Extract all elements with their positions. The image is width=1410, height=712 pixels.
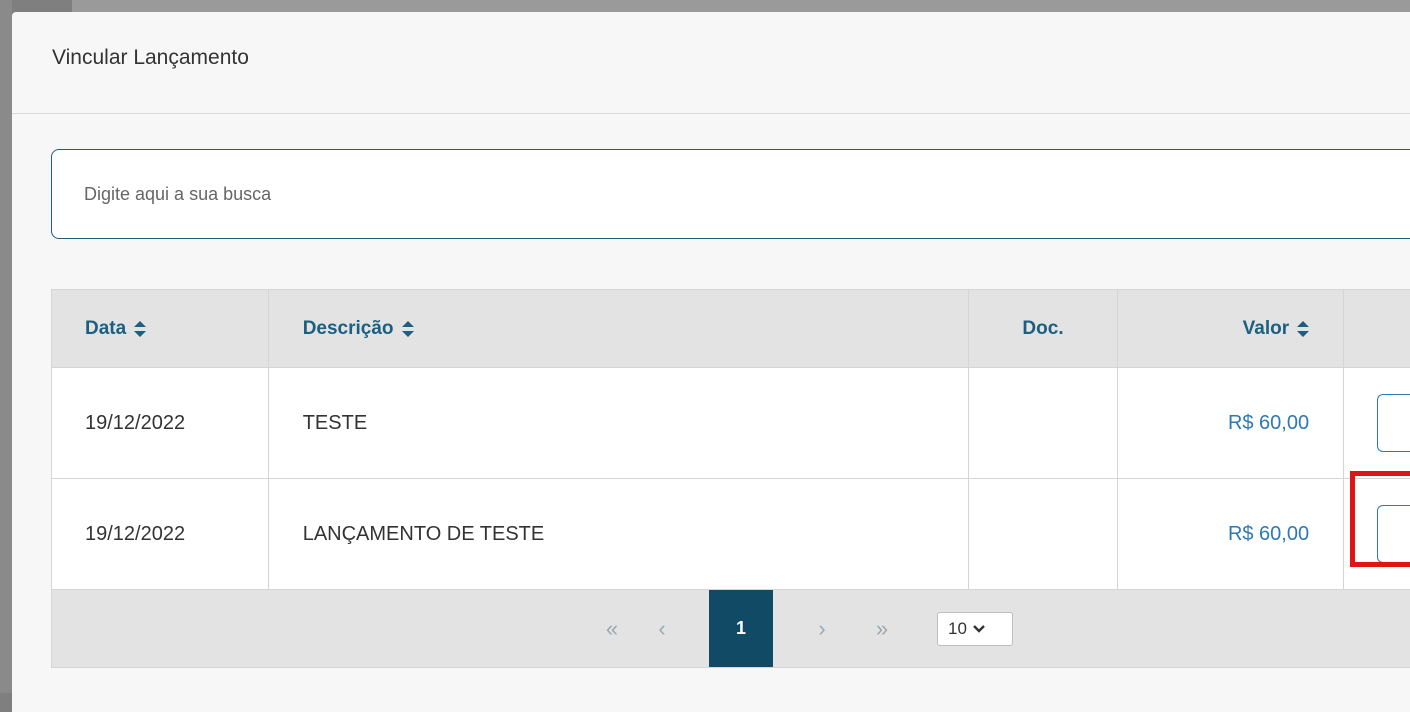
sort-icon	[401, 320, 414, 337]
cell-data: 19/12/2022	[52, 479, 269, 589]
col-header-actions	[1344, 290, 1410, 367]
valor-text: R$ 60,00	[1227, 411, 1310, 434]
last-page-icon[interactable]: »	[867, 616, 897, 642]
sort-icon	[134, 320, 147, 337]
cell-doc	[969, 479, 1119, 589]
link-entry-modal: Vincular Lançamento Data Descrição Doc.	[12, 12, 1410, 712]
cell-doc	[969, 368, 1119, 478]
page-size-select[interactable]: 10	[937, 611, 1013, 646]
sort-icon	[1297, 320, 1310, 337]
table-row: 19/12/2022 LANÇAMENTO DE TESTE R$ 60,00	[52, 479, 1410, 590]
page-size-value: 10	[948, 618, 967, 638]
col-header-descricao[interactable]: Descrição	[269, 290, 969, 367]
next-page-icon[interactable]: ›	[807, 616, 837, 642]
valor-text: R$ 60,00	[1227, 522, 1310, 545]
modal-header: Vincular Lançamento	[12, 12, 1410, 114]
entries-table: Data Descrição Doc. Valor 19/12/2022 TES…	[51, 289, 1410, 668]
table-row: 19/12/2022 TESTE R$ 60,00	[52, 368, 1410, 479]
cell-actions	[1344, 368, 1410, 478]
backdrop	[0, 0, 12, 693]
current-page-button[interactable]: 1	[709, 590, 773, 667]
col-header-data[interactable]: Data	[52, 290, 269, 367]
pagination: « ‹ 1 › » 10	[52, 590, 1410, 667]
col-header-doc: Doc.	[969, 290, 1119, 367]
chevron-down-icon	[973, 619, 985, 639]
col-header-valor[interactable]: Valor	[1118, 290, 1345, 367]
backdrop-strip	[72, 0, 1410, 12]
prev-page-icon[interactable]: ‹	[647, 616, 677, 642]
table-header: Data Descrição Doc. Valor	[52, 290, 1410, 368]
first-page-icon[interactable]: «	[597, 616, 627, 642]
cell-valor: R$ 60,00	[1118, 479, 1345, 589]
cell-valor: R$ 60,00	[1118, 368, 1345, 478]
cell-data: 19/12/2022	[52, 368, 269, 478]
search-box	[51, 149, 1410, 239]
modal-title: Vincular Lançamento	[52, 45, 249, 69]
cell-descricao: LANÇAMENTO DE TESTE	[269, 479, 969, 589]
cell-descricao: TESTE	[269, 368, 969, 478]
search-input[interactable]	[52, 150, 1410, 238]
link-entry-button[interactable]	[1377, 394, 1410, 452]
highlight-box	[1350, 471, 1410, 567]
